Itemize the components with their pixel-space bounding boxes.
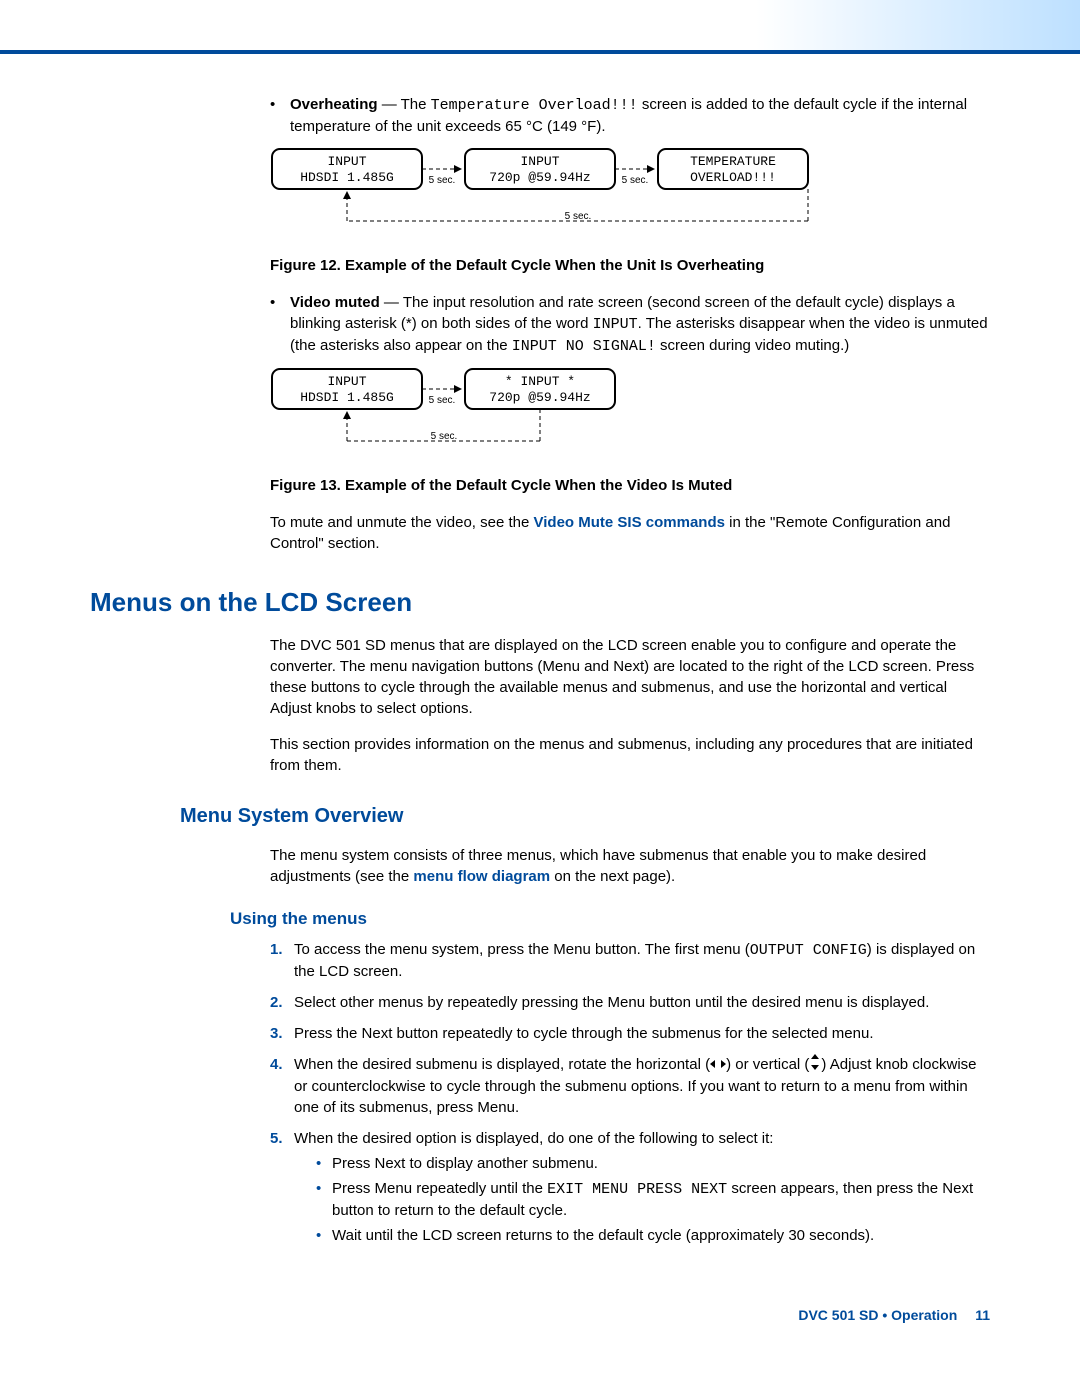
- step-2: 2. Select other menus by repeatedly pres…: [270, 992, 990, 1013]
- svg-text:HDSDI 1.485G: HDSDI 1.485G: [300, 170, 394, 185]
- header-bar: [0, 0, 1080, 54]
- mute-paragraph: To mute and unmute the video, see the Vi…: [270, 512, 990, 554]
- step-4: 4. When the desired submenu is displayed…: [270, 1054, 990, 1118]
- page-content: Overheating — The Temperature Overload!!…: [0, 94, 1080, 1356]
- svg-text:720p @59.94Hz: 720p @59.94Hz: [489, 390, 590, 405]
- figure-13-diagram: INPUT HDSDI 1.485G 5 sec. * INPUT * 720p…: [270, 367, 990, 467]
- svg-text:INPUT: INPUT: [327, 154, 366, 169]
- figure-12-caption: Figure 12. Example of the Default Cycle …: [270, 255, 990, 276]
- svg-text:TEMPERATURE: TEMPERATURE: [690, 154, 776, 169]
- footer-text: DVC 501 SD • Operation: [798, 1307, 957, 1323]
- menus-p2: This section provides information on the…: [270, 734, 990, 776]
- horizontal-adjust-icon: [710, 1055, 726, 1076]
- svg-text:5 sec.: 5 sec.: [429, 395, 456, 406]
- svg-text:5 sec.: 5 sec.: [565, 211, 592, 222]
- step-1: 1. To access the menu system, press the …: [270, 939, 990, 982]
- svg-text:OVERLOAD!!!: OVERLOAD!!!: [690, 170, 776, 185]
- link-video-mute-sis[interactable]: Video Mute SIS commands: [534, 514, 725, 531]
- page-number: 11: [975, 1307, 990, 1323]
- step-5-sub-1: Press Next to display another submenu.: [294, 1153, 990, 1174]
- step-3: 3. Press the Next button repeatedly to c…: [270, 1023, 990, 1044]
- link-menu-flow-diagram[interactable]: menu flow diagram: [413, 868, 550, 885]
- svg-text:HDSDI 1.485G: HDSDI 1.485G: [300, 390, 394, 405]
- figure-13-caption: Figure 13. Example of the Default Cycle …: [270, 475, 990, 496]
- muted-lead: Video muted: [290, 294, 380, 311]
- vertical-adjust-icon: [809, 1054, 821, 1076]
- heading-menu-system-overview: Menu System Overview: [180, 802, 990, 830]
- bullet-overheating: Overheating — The Temperature Overload!!…: [270, 94, 990, 137]
- step-5-sub-2: Press Menu repeatedly until the EXIT MEN…: [294, 1178, 990, 1221]
- svg-text:5 sec.: 5 sec.: [431, 431, 458, 442]
- overview-paragraph: The menu system consists of three menus,…: [270, 845, 990, 887]
- bullet-video-muted: Video muted — The input resolution and r…: [270, 292, 990, 357]
- step-5: 5. When the desired option is displayed,…: [270, 1128, 990, 1246]
- heading-menus-lcd: Menus on the LCD Screen: [90, 584, 990, 620]
- overheat-lead: Overheating: [290, 96, 378, 113]
- svg-text:5 sec.: 5 sec.: [622, 175, 649, 186]
- figure-12-diagram: INPUT HDSDI 1.485G 5 sec. INPUT 720p @59…: [270, 147, 990, 247]
- step-5-sub-3: Wait until the LCD screen returns to the…: [294, 1225, 990, 1246]
- svg-text:* INPUT *: * INPUT *: [505, 374, 575, 389]
- svg-text:5 sec.: 5 sec.: [429, 175, 456, 186]
- heading-using-the-menus: Using the menus: [230, 907, 990, 931]
- svg-text:INPUT: INPUT: [327, 374, 366, 389]
- page-footer: DVC 501 SD • Operation 11: [90, 1306, 990, 1326]
- svg-text:INPUT: INPUT: [520, 154, 559, 169]
- menus-p1: The DVC 501 SD menus that are displayed …: [270, 635, 990, 719]
- svg-text:720p @59.94Hz: 720p @59.94Hz: [489, 170, 590, 185]
